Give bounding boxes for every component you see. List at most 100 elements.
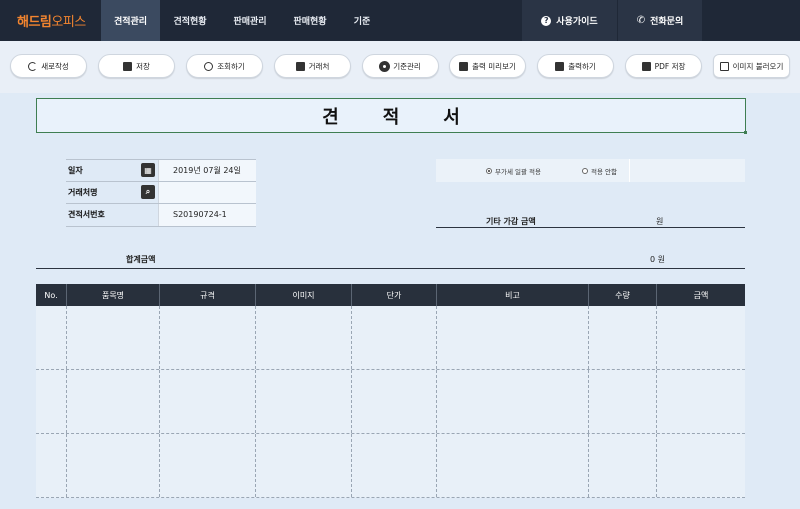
estimate-number-label: 견적서번호 [68, 210, 105, 220]
extra-adjustment-label: 기타 가감 금액 [486, 217, 536, 226]
save-icon [123, 61, 133, 71]
total-amount-value: 0 원 [650, 255, 665, 264]
client-label-cell: 거래처명 ⌕ [66, 182, 158, 204]
cell-no[interactable] [36, 434, 67, 497]
total-amount-row: 합계금액 0 원 [36, 253, 745, 269]
standard-label: 기준관리 [393, 61, 421, 71]
cell-quantity[interactable] [589, 370, 657, 433]
refresh-icon [28, 61, 38, 71]
date-field[interactable]: 2019년 07월 24일 [158, 160, 256, 181]
cell-unit-price[interactable] [352, 370, 437, 433]
vat-exclude-option[interactable]: 적용 안함 [578, 159, 630, 182]
print-preview-button[interactable]: 출력 미리보기 [449, 54, 526, 78]
pdf-file-icon [641, 61, 651, 71]
building-icon [295, 61, 305, 71]
phone-inquiry-button[interactable]: ✆ 전화문의 [618, 0, 702, 41]
nav-tail [702, 0, 800, 41]
load-image-button[interactable]: 이미지 불러오기 [713, 54, 790, 78]
app-logo[interactable]: 해드림 오피스 [0, 0, 101, 41]
search-label: 조회하기 [217, 61, 245, 71]
vat-options: 부가세 일괄 적용 적용 안함 [436, 159, 745, 182]
cell-item-name[interactable] [67, 434, 160, 497]
client-field[interactable] [158, 181, 256, 203]
cell-quantity[interactable] [589, 434, 657, 497]
table-row [36, 434, 745, 498]
toolbar: 새로작성 저장 조회하기 거래처 기준관리 출력 미리보기 출력하기 PDF 저… [0, 41, 800, 93]
search-icon[interactable]: ⌕ [141, 185, 155, 200]
resize-handle[interactable] [744, 131, 747, 134]
nav-item-estimate-status[interactable]: 견적현황 [160, 0, 220, 41]
calendar-icon[interactable]: ▦ [141, 163, 155, 178]
user-guide-button[interactable]: ? 사용가이드 [522, 0, 617, 41]
image-icon [719, 61, 729, 71]
cell-amount[interactable] [657, 306, 745, 369]
top-nav: 해드림 오피스 견적관리 견적현황 판매관리 판매현황 기준 ? 사용가이드 ✆ … [0, 0, 800, 41]
cell-no[interactable] [36, 370, 67, 433]
cell-unit-price[interactable] [352, 306, 437, 369]
search-icon [204, 61, 214, 71]
pdf-save-button[interactable]: PDF 저장 [625, 54, 702, 78]
vat-include-label: 부가세 일괄 적용 [495, 167, 541, 176]
date-row: 일자 ▦ 2019년 07월 24일 [66, 159, 256, 182]
items-table: No. 품목명 규격 이미지 단가 비고 수량 금액 [36, 284, 745, 498]
standard-button[interactable]: 기준관리 [362, 54, 439, 78]
table-row [36, 370, 745, 434]
logo-rest: 오피스 [51, 15, 86, 30]
estimate-number-field[interactable]: S20190724-1 [158, 204, 256, 226]
cell-amount[interactable] [657, 370, 745, 433]
pdf-save-label: PDF 저장 [654, 61, 686, 71]
cell-item-name[interactable] [67, 370, 160, 433]
save-button[interactable]: 저장 [98, 54, 175, 78]
cell-note[interactable] [437, 306, 589, 369]
cell-spec[interactable] [160, 306, 256, 369]
vat-exclude-label: 적용 안함 [591, 167, 617, 176]
cell-unit-price[interactable] [352, 434, 437, 497]
cell-image[interactable] [256, 370, 352, 433]
nav-item-estimate-management[interactable]: 견적관리 [101, 0, 160, 41]
items-table-header: No. 품목명 규격 이미지 단가 비고 수량 금액 [36, 284, 745, 306]
nav-item-sales-status[interactable]: 판매현황 [280, 0, 340, 41]
user-guide-label: 사용가이드 [556, 17, 598, 27]
printer-icon [555, 61, 565, 71]
save-label: 저장 [136, 61, 150, 71]
cell-image[interactable] [256, 434, 352, 497]
column-header-unit-price: 단가 [352, 284, 437, 306]
client-button[interactable]: 거래처 [274, 54, 351, 78]
column-header-image: 이미지 [256, 284, 352, 306]
print-button[interactable]: 출력하기 [537, 54, 614, 78]
phone-inquiry-label: 전화문의 [650, 17, 684, 27]
column-header-spec: 규격 [160, 284, 256, 306]
extra-adjustment-unit: 원 [656, 217, 664, 226]
estimate-number-row: 견적서번호 S20190724-1 [66, 204, 256, 227]
column-header-note: 비고 [437, 284, 589, 306]
vat-include-radio[interactable] [486, 167, 492, 174]
load-image-label: 이미지 불러오기 [732, 61, 784, 71]
cell-item-name[interactable] [67, 306, 160, 369]
cell-quantity[interactable] [589, 306, 657, 369]
document-title-box: 견적서 [36, 98, 747, 134]
cell-no[interactable] [36, 306, 67, 369]
vat-exclude-radio[interactable] [582, 167, 588, 174]
preview-icon [459, 61, 469, 71]
extra-adjustment-row: 기타 가감 금액 원 [436, 213, 745, 228]
cell-image[interactable] [256, 306, 352, 369]
cell-note[interactable] [437, 370, 589, 433]
nav-item-sales-management[interactable]: 판매관리 [220, 0, 280, 41]
print-preview-label: 출력 미리보기 [472, 61, 516, 71]
vat-include-option[interactable]: 부가세 일괄 적용 [436, 159, 578, 182]
new-button[interactable]: 새로작성 [10, 54, 87, 78]
column-header-item-name: 품목명 [67, 284, 160, 306]
nav-item-standard[interactable]: 기준 [340, 0, 384, 41]
cell-spec[interactable] [160, 370, 256, 433]
document-title: 견적서 [322, 106, 504, 128]
column-header-no: No. [36, 284, 67, 306]
column-header-quantity: 수량 [589, 284, 657, 306]
cell-amount[interactable] [657, 434, 745, 497]
cell-note[interactable] [437, 434, 589, 497]
cell-spec[interactable] [160, 434, 256, 497]
logo-bold: 해드림 [17, 15, 52, 30]
column-header-amount: 금액 [693, 290, 709, 300]
search-button[interactable]: 조회하기 [186, 54, 263, 78]
date-label: 일자 [68, 165, 83, 175]
